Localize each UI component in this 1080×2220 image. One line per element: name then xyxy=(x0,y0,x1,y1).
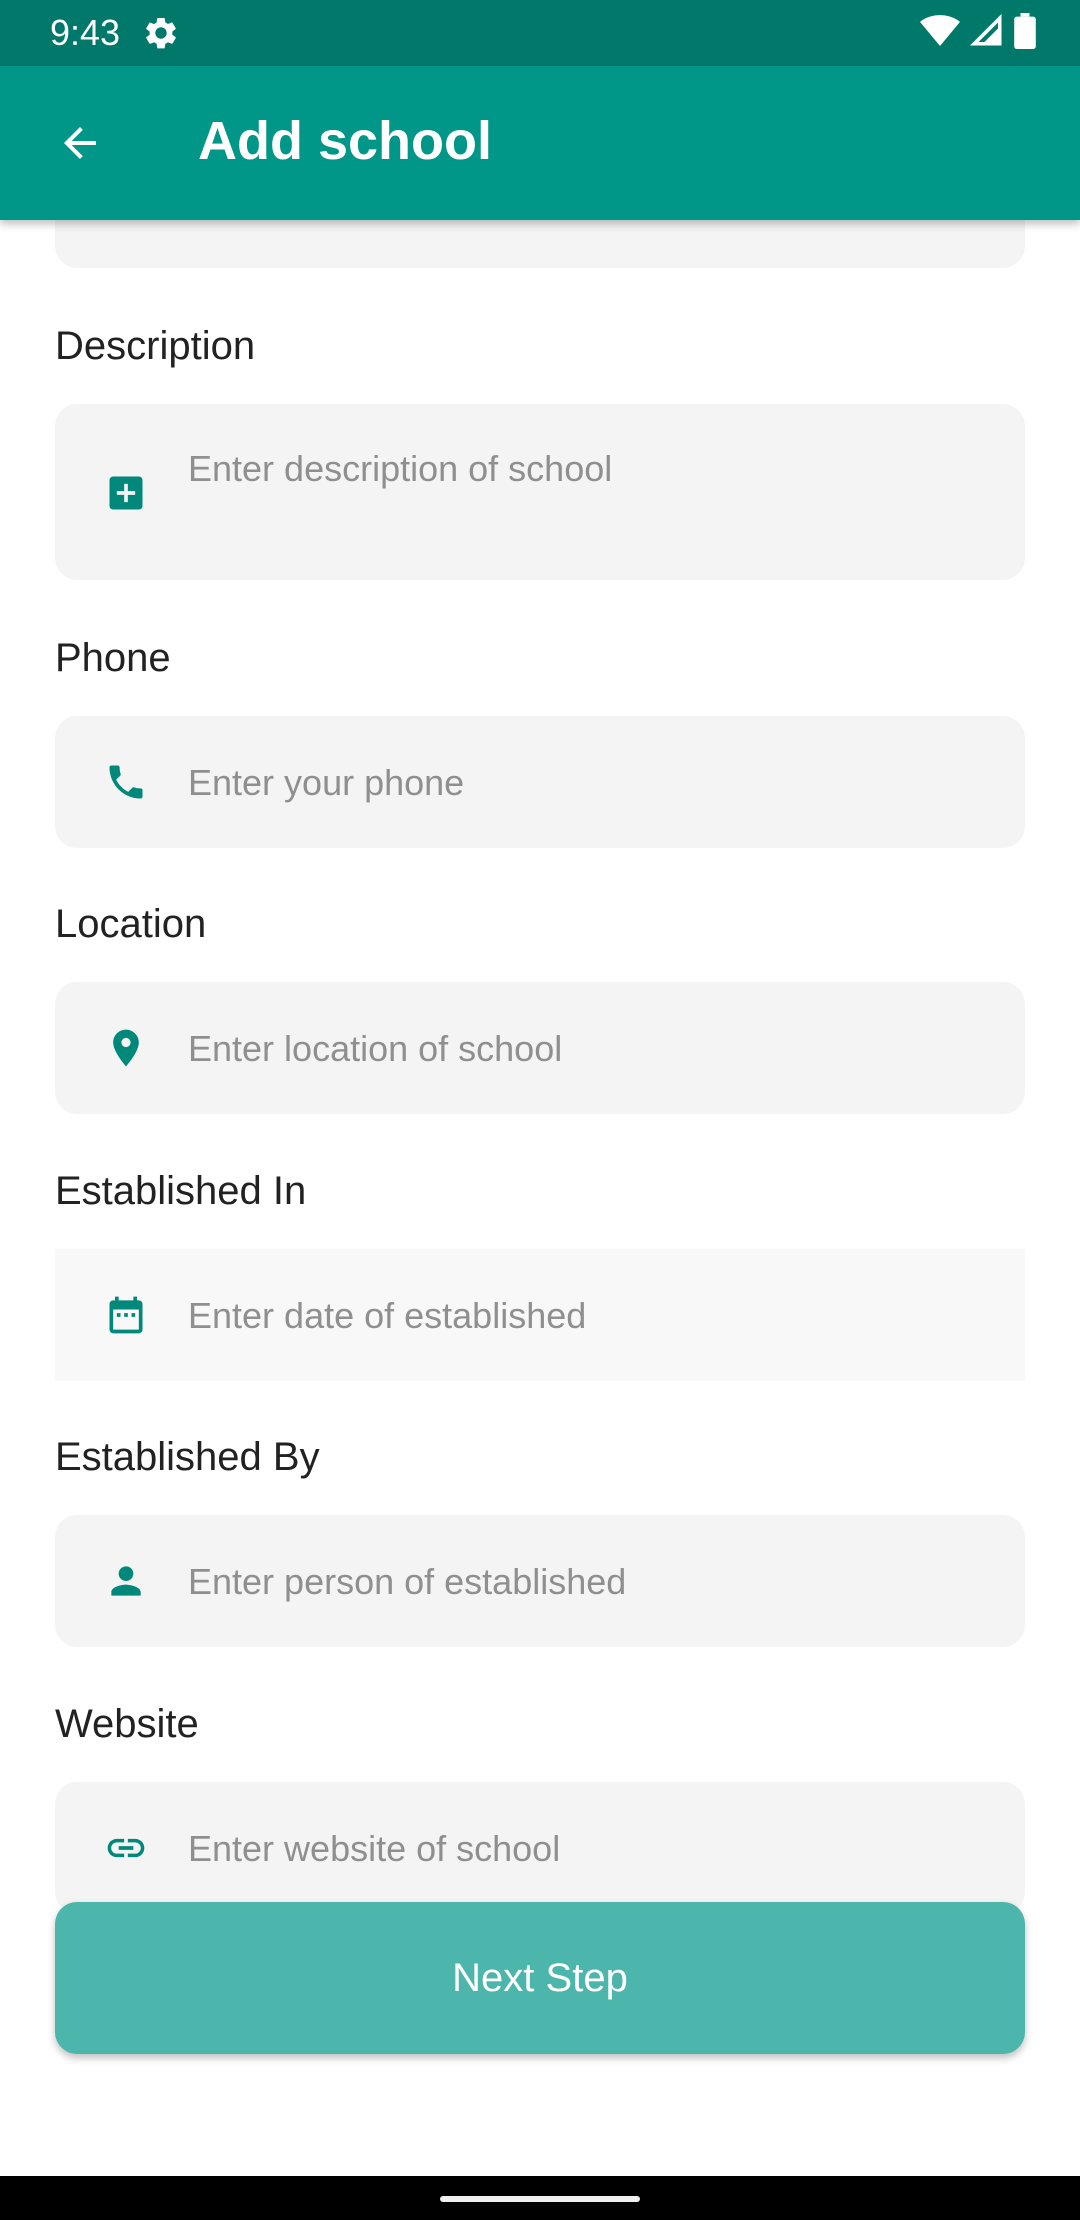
signal-icon xyxy=(969,13,1004,53)
page-title: Add school xyxy=(198,111,492,171)
established-in-label: Established In xyxy=(55,1169,307,1213)
established-in-field[interactable]: Enter date of established xyxy=(55,1249,1025,1381)
location-placeholder: Enter location of school xyxy=(188,1028,563,1069)
status-icons xyxy=(920,12,1036,54)
status-time: 9:43 xyxy=(50,12,121,53)
description-placeholder: Enter description of school xyxy=(188,448,613,489)
link-icon xyxy=(99,1821,153,1875)
location-pin-icon xyxy=(99,1021,153,1075)
phone-icon xyxy=(99,755,153,809)
established-by-label: Established By xyxy=(55,1435,320,1479)
status-bar: 9:43 xyxy=(0,0,1080,66)
website-field[interactable]: Enter website of school xyxy=(55,1782,1025,1914)
add-box-icon xyxy=(99,466,153,520)
form-content[interactable]: Description Enter description of school … xyxy=(0,66,1080,2176)
back-button[interactable] xyxy=(48,111,112,175)
phone-field[interactable]: Enter your phone xyxy=(55,716,1025,848)
calendar-icon xyxy=(99,1288,153,1342)
location-label: Location xyxy=(55,902,207,946)
navigation-bar xyxy=(0,2176,1080,2220)
wifi-icon xyxy=(920,14,960,53)
website-label: Website xyxy=(55,1702,199,1746)
description-label: Description xyxy=(55,324,256,368)
person-icon xyxy=(99,1554,153,1608)
settings-gear-icon xyxy=(142,14,180,52)
home-handle[interactable] xyxy=(440,2196,640,2202)
battery-icon xyxy=(1014,12,1036,54)
phone-placeholder: Enter your phone xyxy=(188,762,465,803)
established-by-field[interactable]: Enter person of established xyxy=(55,1515,1025,1647)
established-by-placeholder: Enter person of established xyxy=(188,1561,627,1602)
description-field[interactable]: Enter description of school xyxy=(55,404,1025,580)
arrow-back-icon xyxy=(64,127,96,159)
website-placeholder: Enter website of school xyxy=(188,1828,561,1869)
established-in-placeholder: Enter date of established xyxy=(188,1295,587,1336)
next-step-button[interactable]: Next Step xyxy=(55,1902,1025,2054)
app-bar: Add school xyxy=(0,66,1080,220)
phone-label: Phone xyxy=(55,636,171,680)
location-field[interactable]: Enter location of school xyxy=(55,982,1025,1114)
